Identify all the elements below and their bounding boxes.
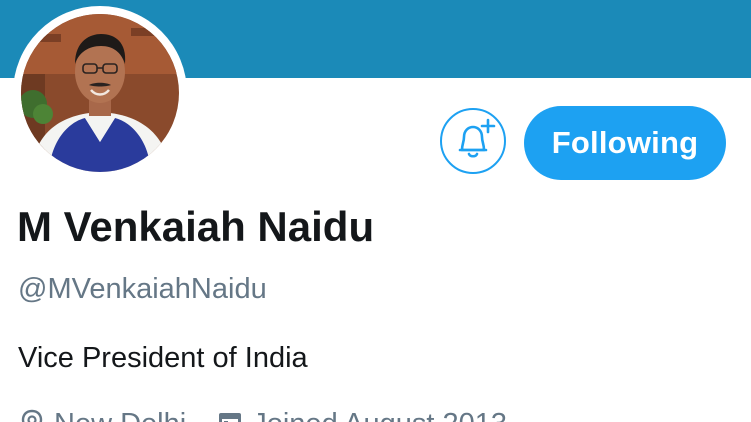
location-pin-icon: [21, 409, 43, 422]
profile-meta-row: New Delhi Joined August 2013: [18, 408, 529, 422]
avatar-frame: [13, 6, 187, 180]
avatar-image: [21, 14, 179, 172]
following-button[interactable]: Following: [524, 106, 726, 180]
avatar[interactable]: [21, 14, 179, 172]
joined-item: Joined August 2013: [216, 408, 529, 422]
location-item: New Delhi: [18, 408, 208, 422]
profile-bio: Vice President of India: [18, 342, 308, 374]
profile-page: Following M Venkaiah Naidu @MVenkaiahNai…: [0, 0, 751, 422]
joined-text: Joined August 2013: [252, 408, 507, 422]
calendar-icon: [219, 413, 242, 422]
location-text: New Delhi: [54, 408, 186, 422]
notifications-button[interactable]: [440, 108, 506, 174]
bell-plus-icon: [458, 118, 496, 158]
profile-handle: @MVenkaiahNaidu: [18, 273, 267, 305]
display-name: M Venkaiah Naidu: [17, 203, 375, 250]
